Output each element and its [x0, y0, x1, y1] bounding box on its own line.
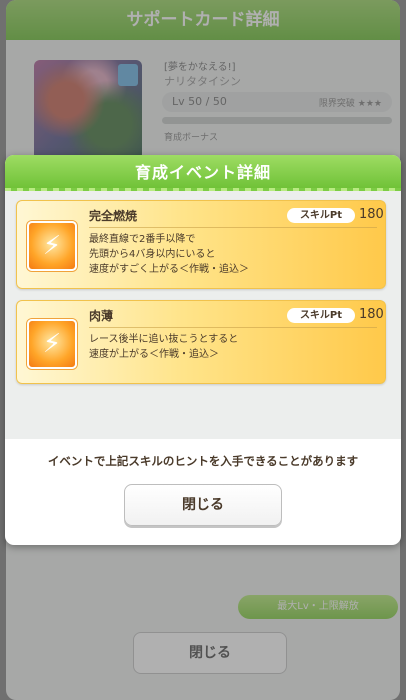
skill-description: レース後半に追い抜こうとすると 速度が上がる＜作戦・追込＞ — [89, 334, 239, 360]
modal-title: 育成イベント詳細 — [134, 163, 271, 182]
skill-pt-label: スキルPt — [287, 308, 355, 323]
skill-pt-value: 180 — [359, 307, 384, 322]
close-button[interactable]: 閉じる — [124, 484, 282, 526]
divider — [89, 327, 377, 328]
skill-list: ⚡ 完全燃焼 スキルPt 180 最終直線で2番手以降で 先頭から4バ身以内にい… — [5, 191, 401, 439]
skill-name: 肉薄 — [89, 309, 114, 323]
skill-pt-value: 180 — [359, 207, 384, 222]
skill-name: 完全燃焼 — [89, 209, 138, 223]
hint-notice: イベントで上記スキルのヒントを入手できることがあります — [47, 454, 359, 468]
skill-card[interactable]: ⚡ 完全燃焼 スキルPt 180 最終直線で2番手以降で 先頭から4バ身以内にい… — [16, 200, 386, 289]
speed-skill-icon: ⚡ — [27, 221, 77, 271]
divider — [89, 227, 377, 228]
skill-pt-label: スキルPt — [287, 208, 355, 223]
modal-header: 育成イベント詳細 — [5, 155, 401, 191]
speed-skill-icon: ⚡ — [27, 319, 77, 369]
skill-card[interactable]: ⚡ 肉薄 スキルPt 180 レース後半に追い抜こうとすると 速度が上がる＜作戦… — [16, 300, 386, 384]
skill-description: 最終直線で2番手以降で 先頭から4バ身以内にいると 速度がすごく上がる＜作戦・追… — [89, 234, 249, 275]
training-event-detail-modal: 育成イベント詳細 ⚡ 完全燃焼 スキルPt 180 最終直線で2番手以降で 先頭… — [5, 155, 401, 545]
